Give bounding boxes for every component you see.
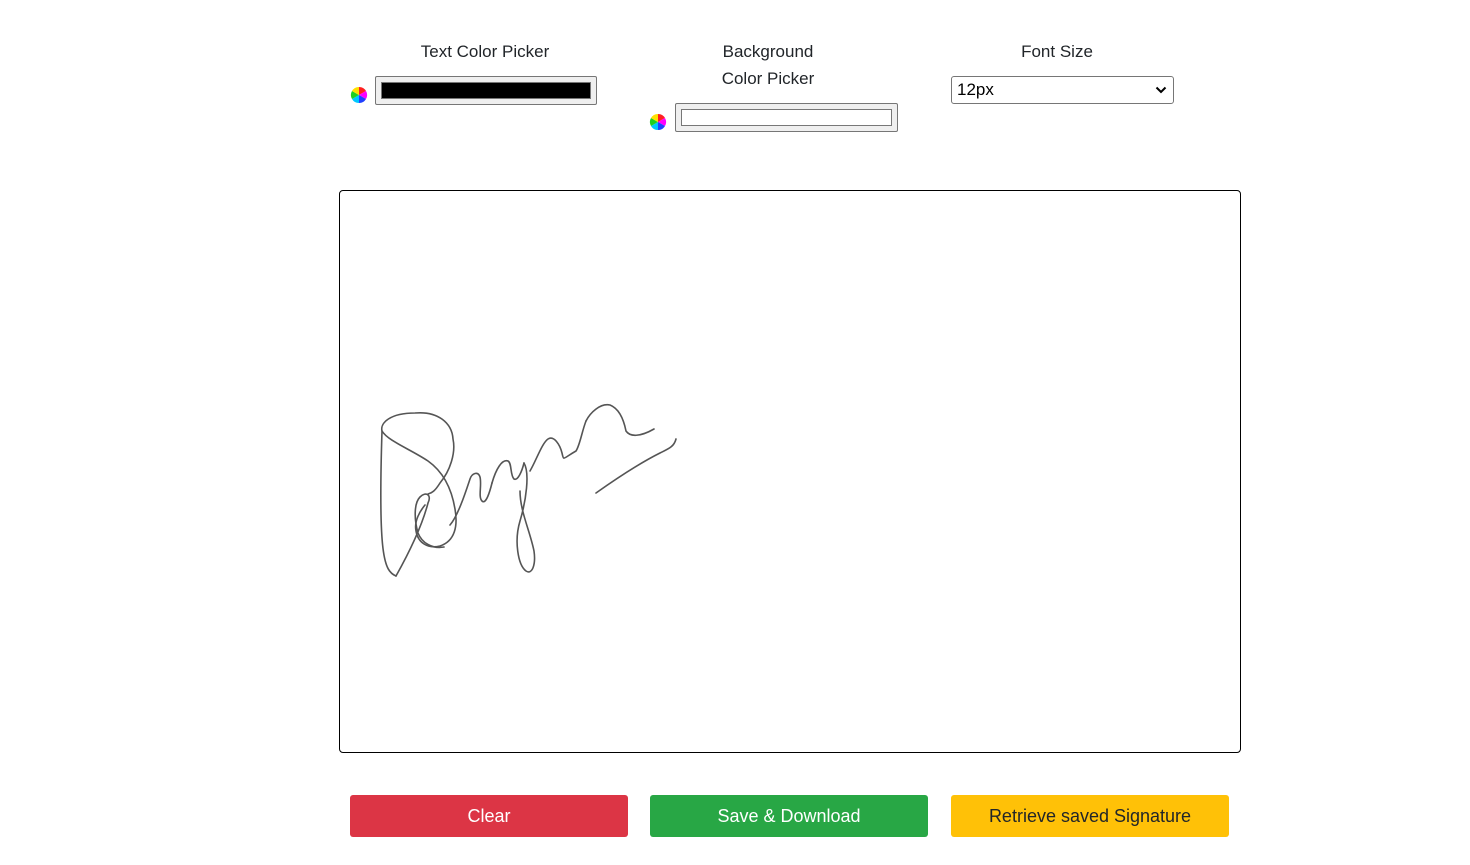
signature-stroke xyxy=(379,412,455,577)
save-download-button[interactable]: Save & Download xyxy=(650,795,928,837)
signature-stroke xyxy=(585,403,655,437)
text-color-input[interactable] xyxy=(375,76,597,105)
signature-drawing xyxy=(379,403,677,577)
text-color-swatch xyxy=(381,82,591,99)
font-size-label: Font Size xyxy=(1021,42,1093,61)
background-color-label-line1: Background xyxy=(722,42,814,61)
signature-stroke xyxy=(491,459,525,484)
background-color-input[interactable] xyxy=(675,103,898,132)
color-wheel-icon xyxy=(350,86,368,104)
retrieve-signature-button[interactable]: Retrieve saved Signature xyxy=(951,795,1229,837)
color-wheel-icon xyxy=(649,113,667,131)
background-color-swatch xyxy=(681,109,892,126)
chevron-down-icon xyxy=(1155,86,1167,94)
text-color-label: Text Color Picker xyxy=(420,42,550,61)
signature-stroke xyxy=(595,438,677,494)
signature-stroke xyxy=(516,462,536,573)
signature-canvas[interactable] xyxy=(339,190,1241,753)
clear-button[interactable]: Clear xyxy=(350,795,628,837)
controls-bar: Text Color Picker Background Color Picke… xyxy=(0,0,1470,180)
font-size-select[interactable]: 12px xyxy=(951,76,1174,104)
font-size-selected-value: 12px xyxy=(957,80,994,99)
background-color-label-line2: Color Picker xyxy=(721,69,815,88)
signature-stroke xyxy=(529,420,587,472)
signature-stroke xyxy=(395,493,445,577)
background-color-label: Background Color Picker xyxy=(668,38,868,92)
